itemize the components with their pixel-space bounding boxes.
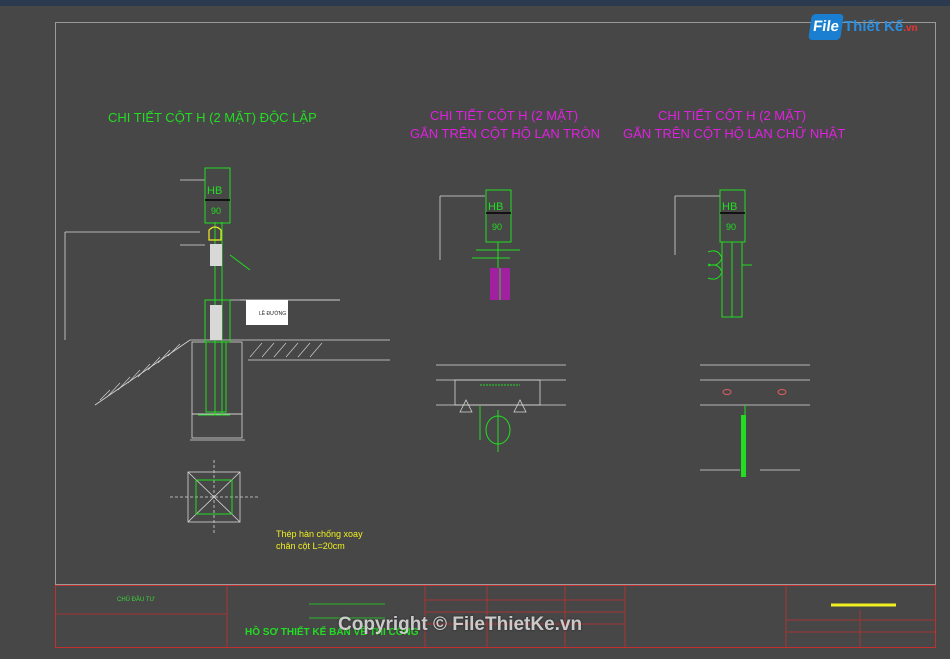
label-le-duong: LỀ ĐƯỜNG bbox=[259, 311, 287, 317]
heading-rect-line2: GẮN TRÊN CỘT HỘ LAN CHỮ NHẬT bbox=[623, 126, 846, 141]
sign-number-left: 90 bbox=[211, 206, 222, 216]
filethietke-logo: File Thiết Kế.vn bbox=[808, 12, 920, 42]
copyright-watermark: Copyright © FileThietKe.vn bbox=[338, 614, 583, 635]
cad-drawing bbox=[55, 167, 936, 648]
heading-rect-line1: CHI TIẾT CỘT H (2 MẶT) bbox=[658, 108, 807, 123]
sign-letters-right: HB bbox=[722, 201, 738, 213]
sign-letters-left: HB bbox=[207, 185, 223, 197]
anchor-note-line2: chân cột L=20cm bbox=[276, 541, 345, 551]
sign-letters-middle: HB bbox=[488, 201, 504, 213]
tb-chu-dau-tu: CHỦ ĐẦU TƯ bbox=[117, 597, 155, 603]
logo-name: Thiết Kế bbox=[844, 18, 904, 35]
logo-wordmark: Thiết Kế.vn bbox=[844, 18, 918, 35]
logo-file-badge: File bbox=[808, 14, 844, 40]
anchor-note: Thép hàn chống xoay chân cột L=20cm bbox=[276, 528, 363, 552]
heading-round-line2: GẮN TRÊN CỘT HỘ LAN TRÒN bbox=[410, 126, 600, 141]
sign-number-middle: 90 bbox=[492, 222, 503, 232]
heading-round-line1: CHI TIẾT CỘT H (2 MẶT) bbox=[430, 108, 579, 123]
heading-standalone: CHI TIẾT CỘT H (2 MẶT) ĐỘC LẬP bbox=[108, 110, 317, 125]
logo-suffix: .vn bbox=[903, 23, 918, 34]
anchor-note-line1: Thép hàn chống xoay bbox=[276, 529, 363, 539]
sign-number-right: 90 bbox=[726, 222, 737, 232]
